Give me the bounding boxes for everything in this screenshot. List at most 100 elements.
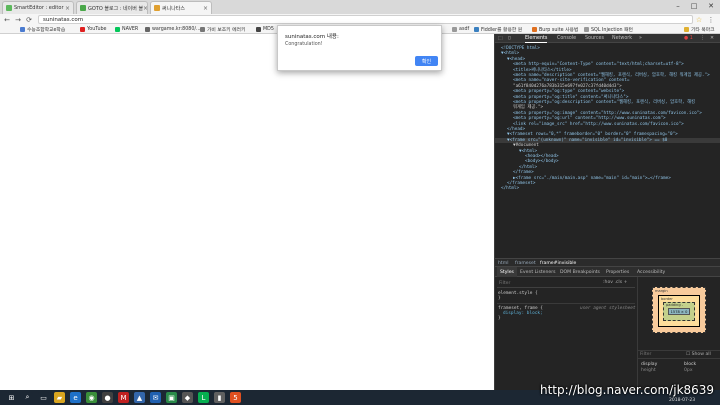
back-icon[interactable]: ← bbox=[2, 14, 12, 25]
devtools-close-icon[interactable]: ✕ bbox=[710, 34, 714, 43]
explorer-icon[interactable]: ▰ bbox=[54, 392, 65, 403]
bookmark-item[interactable]: Burp suite 사용법 bbox=[532, 26, 578, 33]
bookmark-item[interactable]: Fiddler를 활용한 원 bbox=[474, 26, 522, 33]
border-label: border bbox=[661, 297, 673, 301]
menu-icon[interactable]: ⋮ bbox=[705, 14, 717, 25]
box-model-border: border padding - 1578 × 0 bbox=[658, 295, 700, 327]
tab-sources[interactable]: Sources bbox=[585, 34, 604, 43]
close-window-icon[interactable]: ✕ bbox=[703, 0, 719, 12]
bookmark-icon bbox=[452, 27, 457, 32]
bookmark-item[interactable]: SQL Injection 패턴 bbox=[584, 26, 633, 33]
devtools-panel: ⬚ ▯ Elements Console Sources Network » ●… bbox=[494, 34, 720, 390]
address-bar[interactable]: suninatas.com bbox=[38, 15, 693, 24]
hov-cls-toggle[interactable]: :hov .cls + bbox=[603, 280, 627, 285]
search-icon[interactable]: ⌕ bbox=[22, 392, 33, 403]
app-icon-3[interactable]: ▲ bbox=[134, 392, 145, 403]
task-view-icon[interactable]: ▭ bbox=[38, 392, 49, 403]
bookmark-item[interactable]: asdf bbox=[452, 26, 469, 33]
bookmark-icon bbox=[474, 27, 479, 32]
naver-icon bbox=[115, 27, 120, 32]
breadcrumb: html frameset frame#invisible bbox=[495, 258, 720, 267]
tab-favicon bbox=[80, 5, 86, 11]
app-icon-7[interactable]: ▮ bbox=[214, 392, 225, 403]
edge-icon[interactable]: e bbox=[70, 392, 81, 403]
rule-declaration: display: block; bbox=[503, 311, 543, 316]
bookmark-label: asdf bbox=[459, 27, 470, 32]
tab-suninatas[interactable]: 써니나타스 × bbox=[150, 1, 212, 14]
styles-tab-bar: Styles Event Listeners DOM Breakpoints P… bbox=[495, 267, 720, 277]
bookmark-label: 기타 북마크 bbox=[691, 28, 715, 33]
close-tab-icon[interactable]: × bbox=[143, 5, 147, 12]
bookmark-star-icon[interactable]: ☆ bbox=[694, 14, 704, 25]
error-count: 1 bbox=[689, 36, 693, 41]
error-badge[interactable]: ● 1 bbox=[684, 34, 693, 43]
forward-icon[interactable]: → bbox=[13, 14, 23, 25]
tab-goto-blog[interactable]: GOTO 블로그 : 네이버 블 × bbox=[76, 1, 148, 14]
bookmark-item[interactable]: 수능조합학교e학습 bbox=[20, 26, 65, 33]
chrome-icon[interactable]: ◉ bbox=[86, 392, 97, 403]
bookmark-item[interactable]: wargame.kr:8080/... bbox=[145, 26, 201, 33]
bookmark-label: MD5 bbox=[263, 27, 274, 32]
close-tab-icon[interactable]: × bbox=[65, 5, 70, 12]
computed-prop-name[interactable]: height bbox=[641, 368, 656, 373]
divider bbox=[497, 303, 635, 304]
bookmark-item[interactable]: NAVER bbox=[115, 26, 138, 33]
dom-node[interactable]: </html> bbox=[501, 186, 519, 191]
tab-elements[interactable]: Elements bbox=[525, 34, 548, 43]
app-icon-1[interactable]: ● bbox=[102, 392, 113, 403]
bookmark-label: wargame.kr:8080/... bbox=[152, 27, 201, 32]
app-icon-4[interactable]: ✉ bbox=[150, 392, 161, 403]
bookmark-icon bbox=[532, 27, 537, 32]
more-tabs-icon[interactable]: » bbox=[639, 34, 642, 43]
tab-styles[interactable]: Styles bbox=[497, 267, 517, 277]
dom-tree[interactable]: <!DOCTYPE html> ▼<html> ▼<head> <meta http-… bbox=[495, 44, 720, 292]
dom-node[interactable]: <link rel="image_src" href="http://www.s… bbox=[513, 122, 684, 127]
rule-close: } bbox=[498, 316, 501, 321]
device-toolbar-icon[interactable]: ▯ bbox=[508, 34, 511, 43]
bookmark-label: 가비 보조키 에러키 bbox=[207, 28, 246, 33]
line-icon[interactable]: L bbox=[198, 392, 209, 403]
styles-pane: Filter :hov .cls + element.style { } fra… bbox=[495, 277, 637, 390]
dialog-title: suninatas.com 내용: bbox=[285, 34, 339, 40]
breadcrumb-frame[interactable]: frame#invisible bbox=[540, 259, 576, 267]
url-text: suninatas.com bbox=[43, 16, 84, 23]
padding-label: padding - bbox=[666, 303, 684, 307]
computed-prop-name[interactable]: display bbox=[641, 362, 657, 367]
app-icon-5[interactable]: ▣ bbox=[166, 392, 177, 403]
inspect-icon[interactable]: ⬚ bbox=[498, 34, 503, 43]
tab-smarteditor[interactable]: SmartEditor : editor × bbox=[2, 1, 74, 14]
tab-dom-breakpoints[interactable]: DOM Breakpoints bbox=[557, 267, 603, 277]
minimize-icon[interactable]: – bbox=[670, 0, 686, 12]
breadcrumb-html[interactable]: html bbox=[498, 259, 508, 267]
computed-prop-value: block bbox=[684, 362, 697, 367]
bookmark-item[interactable]: 가비 보조키 에러키 bbox=[200, 26, 245, 33]
box-model-content: 1578 × 0 bbox=[668, 308, 690, 315]
tab-favicon bbox=[6, 5, 12, 11]
reload-icon[interactable]: ⟳ bbox=[24, 14, 34, 25]
close-tab-icon[interactable]: × bbox=[203, 5, 208, 12]
box-model-margin: margin border padding - 1578 × 0 bbox=[652, 287, 706, 333]
bookmark-icon bbox=[20, 27, 25, 32]
maximize-icon[interactable]: □ bbox=[686, 0, 702, 12]
tab-properties[interactable]: Properties bbox=[603, 267, 632, 277]
devtools-menu-icon[interactable]: ⋮ bbox=[700, 34, 705, 43]
show-all-checkbox[interactable]: ☐ Show all bbox=[686, 352, 711, 357]
tab-event-listeners[interactable]: Event Listeners bbox=[517, 267, 559, 277]
box-model-padding: padding - 1578 × 0 bbox=[663, 302, 695, 321]
bookmark-folder[interactable]: 기타 북마크 bbox=[684, 26, 715, 33]
windows-icon[interactable]: ⊞ bbox=[6, 392, 17, 403]
bookmark-item[interactable]: YouTube bbox=[80, 26, 107, 33]
app-icon-2[interactable]: M bbox=[118, 392, 129, 403]
ok-button[interactable]: 확인 bbox=[415, 56, 438, 66]
breadcrumb-frameset[interactable]: frameset bbox=[515, 259, 536, 267]
bookmark-item[interactable]: MD5 bbox=[256, 26, 274, 33]
box-model-pane: margin border padding - 1578 × 0 Filter … bbox=[637, 277, 720, 390]
bookmark-label: 수능조합학교e학습 bbox=[27, 28, 66, 33]
html-icon[interactable]: 5 bbox=[230, 392, 241, 403]
tab-accessibility[interactable]: Accessibility bbox=[634, 267, 668, 277]
tab-network[interactable]: Network bbox=[612, 34, 632, 43]
app-icon-6[interactable]: ◆ bbox=[182, 392, 193, 403]
tab-strip: SmartEditor : editor × GOTO 블로그 : 네이버 블 … bbox=[0, 0, 720, 14]
tab-console[interactable]: Console bbox=[557, 34, 576, 43]
dom-node[interactable]: ▶<frame src="./main/main.asp" name="main… bbox=[513, 176, 671, 181]
